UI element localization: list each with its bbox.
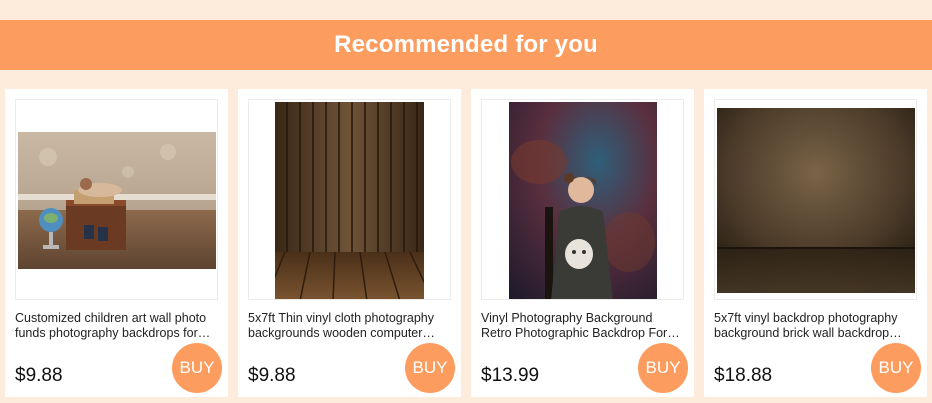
product-image[interactable] (481, 99, 684, 300)
product-card[interactable]: Vinyl Photography Background Retro Photo… (471, 89, 694, 397)
product-image[interactable] (248, 99, 451, 300)
buy-button[interactable]: BUY (871, 343, 921, 393)
product-card[interactable]: 5x7ft Thin vinyl cloth photography backg… (238, 89, 461, 397)
product-title[interactable]: Vinyl Photography Background Retro Photo… (481, 311, 686, 341)
section-title: Recommended for you (334, 31, 598, 58)
product-image[interactable] (714, 99, 917, 300)
buy-button[interactable]: BUY (405, 343, 455, 393)
recommended-banner: Recommended for you (0, 20, 932, 70)
product-title[interactable]: Customized children art wall photo funds… (15, 311, 220, 341)
product-price: $9.88 (248, 365, 296, 386)
product-title[interactable]: 5x7ft Thin vinyl cloth photography backg… (248, 311, 453, 341)
buy-button[interactable]: BUY (172, 343, 222, 393)
buy-button[interactable]: BUY (638, 343, 688, 393)
product-card[interactable]: 5x7ft vinyl backdrop photography backgro… (704, 89, 927, 397)
product-price: $9.88 (15, 365, 63, 386)
product-price: $13.99 (481, 365, 540, 386)
product-title[interactable]: 5x7ft vinyl backdrop photography backgro… (714, 311, 919, 341)
product-image[interactable] (15, 99, 218, 300)
product-price: $18.88 (714, 365, 773, 386)
product-card[interactable]: Customized children art wall photo funds… (5, 89, 228, 397)
